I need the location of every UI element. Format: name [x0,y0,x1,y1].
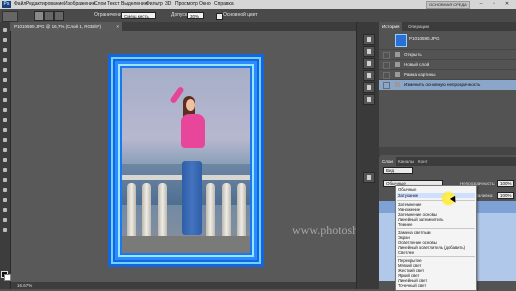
tab-layers[interactable]: Слои [379,157,396,166]
history-step-label: Новый слой [404,62,430,67]
magic-wand-tool-icon[interactable] [1,56,9,64]
zoom-level[interactable]: 16.67% [17,282,32,289]
sampling-swatch-icon[interactable] [54,11,64,21]
menu-edit[interactable]: Редактирование [26,1,64,8]
photoshop-logo-icon: Ps [2,1,11,8]
photo-image [122,68,250,253]
workspace-button[interactable]: ОСНОВНАЯ СРЕДА [426,1,470,9]
fill-field[interactable]: 100% [497,192,514,199]
panel-icon-strip [356,22,380,289]
open-step-icon [395,52,400,57]
fill-label: Заливка: [475,193,494,198]
menu-window[interactable]: Окно [199,1,211,8]
menu-filter[interactable]: Фильтр [146,1,163,8]
healing-brush-tool-icon[interactable] [1,86,9,94]
snapshot-label: P1010590.JPG [409,36,440,41]
menu-help[interactable]: Справка [214,1,234,8]
eraser-tool-icon[interactable] [1,126,9,134]
shape-tool-icon[interactable] [1,196,9,204]
document-tab-title: P1010590.JPG @ 16,7% (Слой 1, RGB/8*) [14,24,102,29]
snapshot-thumbnail [395,34,407,47]
actions-panel-icon[interactable] [363,46,375,57]
history-step-label: Изменить основную непрозрачность [404,82,481,87]
opacity-step-icon [395,82,400,87]
blur-tool-icon[interactable] [1,146,9,154]
path-selection-tool-icon[interactable] [1,186,9,194]
hand-tool-icon[interactable] [1,216,9,224]
status-bar: 16.67% [11,282,356,289]
document-tab[interactable]: P1010590.JPG @ 16,7% (Слой 1, RGB/8*) × [10,22,122,31]
history-footer [379,147,516,155]
menu-select[interactable]: Выделение [121,1,148,8]
tab-history[interactable]: История [379,22,403,31]
menu-file[interactable]: Файл [14,1,26,8]
clone-source-panel-icon[interactable] [363,70,375,81]
blend-option[interactable]: Обычные [398,187,417,192]
type-tool-icon[interactable] [1,176,9,184]
brush-panel-icon[interactable] [363,58,375,69]
layer-filter-kind[interactable]: Вид [383,167,413,174]
background-color-swatch[interactable] [4,274,11,281]
menu-view[interactable]: Просмотр [175,1,198,8]
minimize-icon[interactable]: – [476,1,486,7]
blend-mode-menu: Обычные Затухание Затемнение Умножение З… [395,185,477,291]
layers-panel-icon[interactable] [363,172,375,183]
lasso-tool-icon[interactable] [1,46,9,54]
menu-image[interactable]: Изображение [64,1,96,8]
tolerance-field[interactable]: 30% [187,12,204,19]
history-snapshot[interactable]: P1010590.JPG [379,32,516,47]
crop-tool-icon[interactable] [1,66,9,74]
protect-foreground-label: Основной цвет [223,12,258,18]
new-layer-step-icon [395,62,400,67]
paragraph-panel-icon[interactable] [363,94,375,105]
history-panel-icon[interactable] [363,34,375,45]
3d-tool-icon[interactable] [1,206,9,214]
blend-option[interactable]: Светлее [398,250,414,255]
options-bar: Ограничение: Смеш.кисть Допуск: 30% Осно… [0,9,516,23]
move-tool-icon[interactable] [1,26,9,34]
history-brush-tool-icon[interactable] [1,116,9,124]
tab-actions[interactable]: Операции [405,22,432,31]
menu-3d[interactable]: 3D [165,1,171,8]
document-tab-strip: P1010590.JPG @ 16,7% (Слой 1, RGB/8*) × [10,22,356,31]
tab-paths[interactable]: Конт [415,157,431,166]
limits-dropdown[interactable]: Смеш.кисть [121,12,156,19]
blend-option[interactable]: Точечный свет [398,283,426,288]
sampling-continuous-icon[interactable] [34,11,44,21]
tool-preset-picker[interactable] [2,11,18,22]
sampling-once-icon[interactable] [44,11,54,21]
character-panel-icon[interactable] [363,82,375,93]
pen-tool-icon[interactable] [1,166,9,174]
eyedropper-tool-icon[interactable] [1,76,9,84]
blend-option[interactable]: Темнее [398,222,413,227]
close-tab-icon[interactable]: × [116,22,119,31]
menu-layers[interactable]: Слои [94,1,106,8]
opacity-field[interactable]: 100% [497,180,514,187]
brush-tool-icon[interactable] [1,96,9,104]
history-panel: История Операции P1010590.JPG Открыть Но… [379,22,516,155]
tolerance-label: Допуск: [171,12,189,18]
history-step-label: Открыть [404,52,422,57]
dodge-tool-icon[interactable] [1,156,9,164]
zoom-tool-icon[interactable] [1,226,9,234]
menu-bar: Ps Файл Редактирование Изображение Слои … [0,0,516,9]
clone-stamp-tool-icon[interactable] [1,106,9,114]
maximize-icon[interactable]: ▫ [489,1,499,7]
marquee-tool-icon[interactable] [1,36,9,44]
frame-step-icon [395,72,400,77]
toolbox [0,22,11,289]
tab-channels[interactable]: Каналы [395,157,417,166]
history-step-label: Рамка картины [404,72,436,77]
blend-option-highlighted[interactable]: Затухание [397,193,475,198]
menu-type[interactable]: Текст [107,1,120,8]
history-step-selected[interactable]: Изменить основную непрозрачность [379,79,516,90]
protect-foreground-checkbox[interactable] [216,13,223,20]
framed-photo [108,54,264,267]
canvas-area[interactable] [11,31,356,283]
gradient-tool-icon[interactable] [1,136,9,144]
close-window-icon[interactable]: ✕ [502,1,512,7]
